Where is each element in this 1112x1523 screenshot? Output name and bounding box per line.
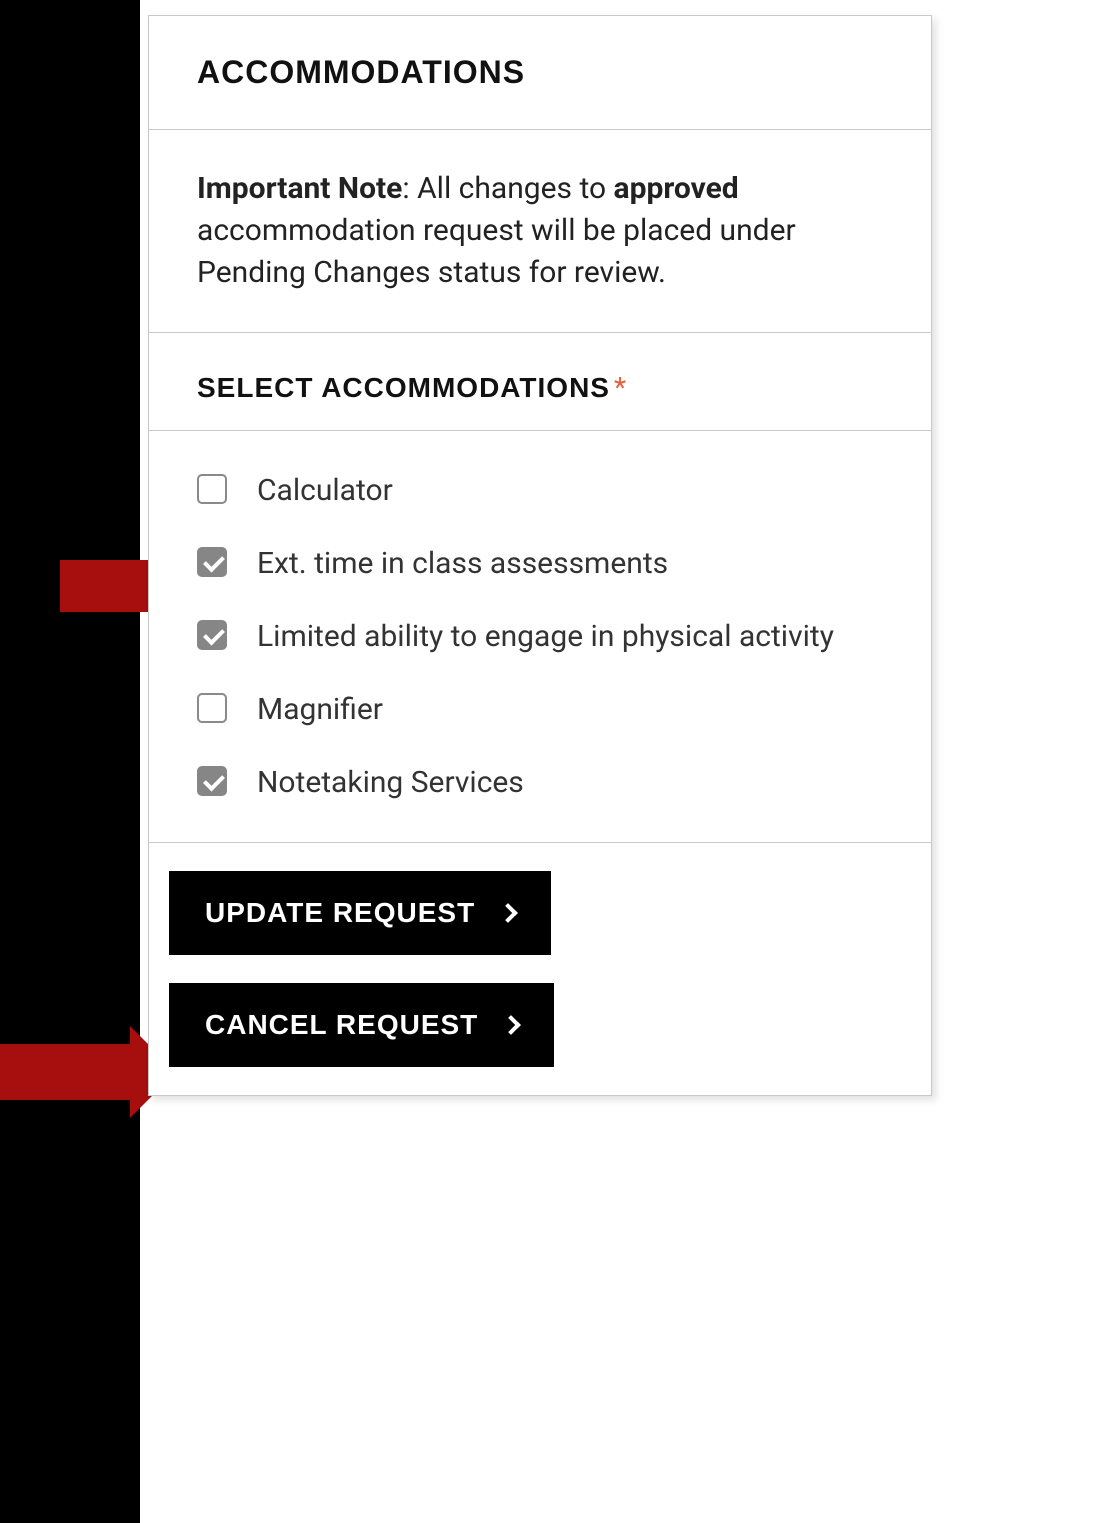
- list-item: Notetaking Services: [197, 763, 883, 802]
- button-label: CANCEL REQUEST: [205, 1009, 478, 1041]
- card-header: ACCOMMODATIONS: [149, 16, 931, 130]
- accommodations-checklist: Calculator Ext. time in class assessment…: [149, 431, 931, 843]
- annotation-arrow-2: [0, 1044, 132, 1100]
- note-text-1: : All changes to: [402, 171, 613, 206]
- chevron-right-icon: [501, 1015, 521, 1035]
- note-text-2: accommodation request will be placed und…: [197, 213, 796, 290]
- card-title: ACCOMMODATIONS: [197, 54, 883, 91]
- checkbox-magnifier[interactable]: [197, 693, 227, 723]
- checkbox-label[interactable]: Notetaking Services: [257, 763, 524, 802]
- checkbox-label[interactable]: Limited ability to engage in physical ac…: [257, 617, 834, 656]
- note-bold-prefix: Important Note: [197, 171, 402, 206]
- checkbox-notetaking[interactable]: [197, 766, 227, 796]
- note-bold-word: approved: [614, 171, 739, 206]
- select-title: SELECT ACCOMMODATIONS: [197, 372, 610, 403]
- update-request-button[interactable]: UPDATE REQUEST: [169, 871, 551, 955]
- checkbox-calculator[interactable]: [197, 474, 227, 504]
- checkbox-ext-time[interactable]: [197, 547, 227, 577]
- cancel-request-button[interactable]: CANCEL REQUEST: [169, 983, 554, 1067]
- important-note: Important Note: All changes to approved …: [197, 168, 883, 294]
- accommodations-card: ACCOMMODATIONS Important Note: All chang…: [148, 15, 932, 1096]
- required-asterisk: *: [614, 371, 626, 404]
- button-area: UPDATE REQUEST CANCEL REQUEST: [149, 843, 931, 1067]
- list-item: Magnifier: [197, 690, 883, 729]
- checkbox-label[interactable]: Magnifier: [257, 690, 383, 729]
- left-black-bar: [0, 0, 140, 1523]
- checkbox-label[interactable]: Calculator: [257, 471, 393, 510]
- list-item: Calculator: [197, 471, 883, 510]
- note-section: Important Note: All changes to approved …: [149, 130, 931, 333]
- checkbox-physical-activity[interactable]: [197, 620, 227, 650]
- list-item: Ext. time in class assessments: [197, 544, 883, 583]
- button-label: UPDATE REQUEST: [205, 897, 475, 929]
- list-item: Limited ability to engage in physical ac…: [197, 617, 883, 656]
- select-header-section: SELECT ACCOMMODATIONS*: [149, 333, 931, 431]
- checkbox-label[interactable]: Ext. time in class assessments: [257, 544, 668, 583]
- chevron-right-icon: [498, 903, 518, 923]
